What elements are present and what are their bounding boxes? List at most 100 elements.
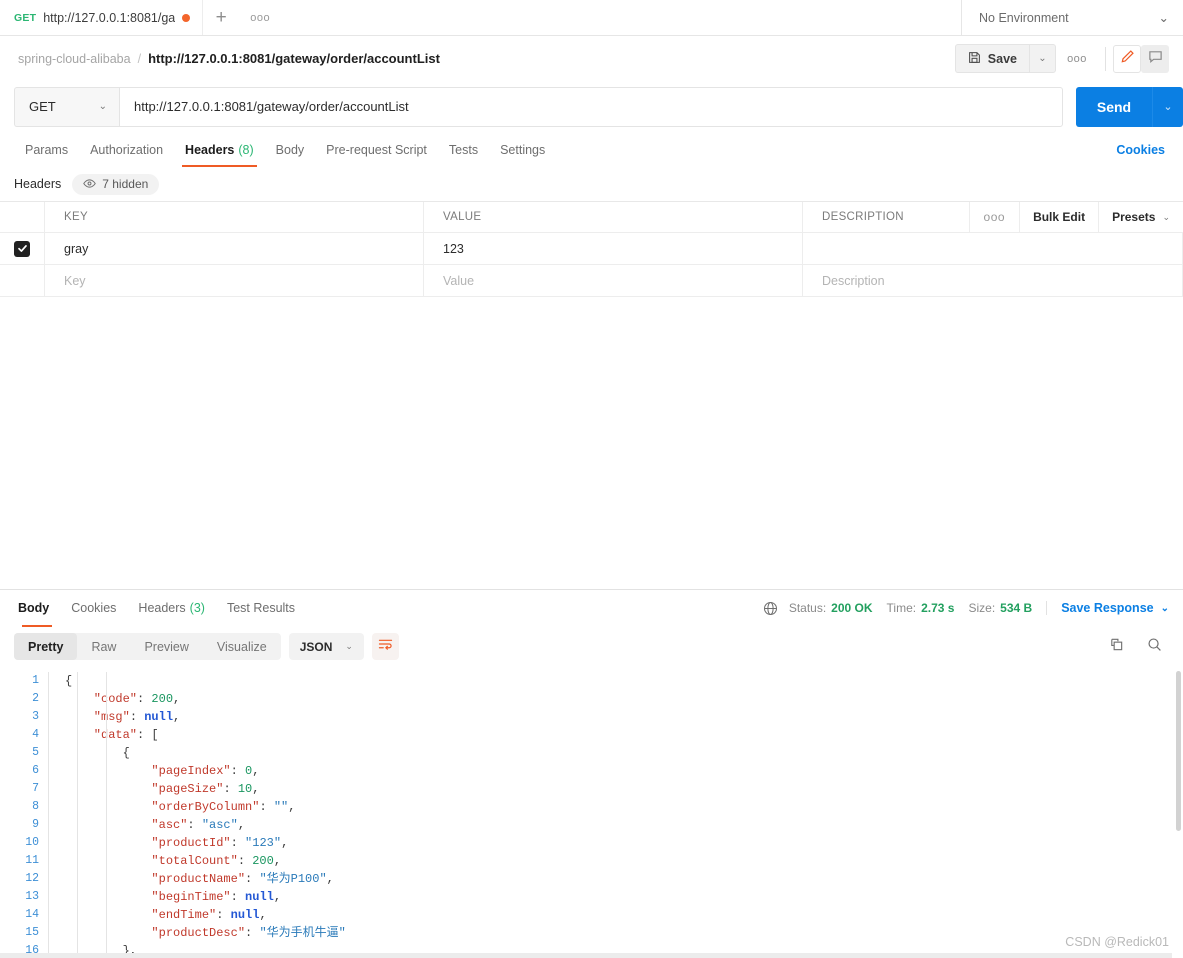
row-checkbox-cell-empty[interactable] [0,265,45,296]
row-checkbox[interactable] [14,240,30,257]
tab-body[interactable]: Body [265,132,316,167]
code-line: "endTime": null, [65,906,1183,924]
view-mode-raw[interactable]: Raw [77,633,130,660]
url-input[interactable]: http://127.0.0.1:8081/gateway/order/acco… [119,86,1063,127]
send-group: Send ⌄ [1076,86,1183,127]
size-value: 534 B [1000,601,1033,615]
code-token: "productId" [65,835,231,850]
code-token: "totalCount" [65,853,238,868]
header-description-input[interactable] [803,233,1183,264]
request-tab[interactable]: GET http://127.0.0.1:8081/ga [0,0,204,35]
tab-pre-request-script[interactable]: Pre-request Script [315,132,438,167]
copy-response-button[interactable] [1101,633,1131,660]
comment-icon [1148,49,1163,69]
view-mode-preview[interactable]: Preview [130,633,202,660]
time-label: Time: [886,601,917,615]
code-token: , [273,853,282,868]
response-tab-test-results[interactable]: Test Results [216,590,306,627]
header-checkbox-cell [0,202,45,232]
breadcrumb-request-name[interactable]: http://127.0.0.1:8081/gateway/order/acco… [148,51,440,66]
new-tab-button[interactable]: + [203,0,239,35]
code-token: null [245,889,274,904]
code-token: 10 [237,781,253,796]
table-tools: ooo Bulk Edit Presets ⌄ [970,202,1183,232]
request-config-tabs: Params Authorization Headers (8) Body Pr… [0,132,1183,167]
environment-selector[interactable]: No Environment ⌄ [961,0,1183,35]
request-tab-bar: GET http://127.0.0.1:8081/ga + ooo No En… [0,0,1183,36]
horizontal-scrollbar[interactable] [0,953,1172,958]
postman-window: GET http://127.0.0.1:8081/ga + ooo No En… [0,0,1183,958]
search-icon [1147,637,1162,657]
tab-settings[interactable]: Settings [489,132,556,167]
table-row[interactable]: gray 123 [0,233,1183,265]
chevron-down-icon: ⌄ [1160,602,1169,614]
code-token: , [237,817,246,832]
header-key-input[interactable]: gray [45,233,424,264]
response-body-viewer[interactable]: 123456789101112131415161718 { "code": 20… [0,666,1183,958]
breadcrumb-collection[interactable]: spring-cloud-alibaba [18,52,131,66]
presets-dropdown[interactable]: Presets ⌄ [1099,202,1183,232]
search-response-button[interactable] [1139,633,1169,660]
tab-label: Headers [138,601,186,615]
cookies-link[interactable]: Cookies [1116,132,1169,167]
chevron-down-icon: ⌄ [1158,11,1169,25]
tab-overflow-menu-icon[interactable]: ooo [239,0,281,35]
code-token: "asc" [201,817,238,832]
response-tab-body[interactable]: Body [14,590,60,627]
save-response-button[interactable]: Save Response ⌄ [1046,601,1169,615]
code-line: "msg": null, [65,708,1183,726]
status-label: Status: [788,601,827,615]
code-token: { [65,673,73,688]
globe-icon [763,601,778,616]
url-input-value: http://127.0.0.1:8081/gateway/order/acco… [134,99,409,114]
hidden-headers-badge[interactable]: 7 hidden [72,173,160,195]
row-checkbox-cell[interactable] [0,233,45,264]
header-key-input-empty[interactable]: Key [45,265,424,296]
header-description-input-empty[interactable]: Description [803,265,1183,296]
save-dropdown-button[interactable]: ⌄ [1029,44,1056,73]
code-token: : [259,799,274,814]
word-wrap-button[interactable] [371,633,399,660]
line-number: 11 [25,853,39,867]
code-token: "productDesc" [65,925,246,940]
view-mode-visualize[interactable]: Visualize [203,633,281,660]
header-value-input[interactable]: 123 [424,233,803,264]
tab-tests[interactable]: Tests [438,132,489,167]
line-number: 8 [32,799,39,813]
table-more-menu-icon[interactable]: ooo [970,202,1021,232]
http-method-value: GET [29,99,56,114]
code-token: , [288,799,296,814]
code-line: "code": 200, [65,690,1183,708]
save-button[interactable]: Save [954,44,1029,73]
send-button[interactable]: Send [1076,86,1152,127]
code-token: , [173,691,181,706]
edit-pencil-button[interactable] [1113,44,1141,73]
header-value-input-empty[interactable]: Value [424,265,803,296]
tabbar-spacer [281,0,961,35]
view-mode-pretty[interactable]: Pretty [14,633,78,660]
comments-button[interactable] [1141,44,1169,73]
tab-label: Body [275,142,305,157]
request-more-menu-icon[interactable]: ooo [1056,53,1098,65]
tab-label: Headers [185,142,235,157]
tab-authorization[interactable]: Authorization [79,132,174,167]
bulk-edit-button[interactable]: Bulk Edit [1020,202,1100,232]
tab-headers[interactable]: Headers (8) [174,132,265,167]
request-blank-area [0,297,1183,589]
http-method-selector[interactable]: GET ⌄ [14,86,119,127]
response-status-bar: Status: 200 OK Time: 2.73 s Size: 534 B … [763,590,1169,627]
code-token: : [245,871,260,886]
tab-params[interactable]: Params [14,132,79,167]
headers-section-title: Headers [14,177,62,191]
response-tab-cookies[interactable]: Cookies [60,590,127,627]
code-token: "msg" [65,709,130,724]
response-format-label: JSON [299,639,333,654]
vertical-scrollbar[interactable] [1176,670,1181,831]
table-header-row: KEY VALUE DESCRIPTION ooo Bulk Edit Pres… [0,202,1183,233]
send-dropdown-button[interactable]: ⌄ [1152,86,1183,127]
table-row-empty[interactable]: Key Value Description [0,265,1183,297]
response-tab-headers[interactable]: Headers (3) [127,590,216,627]
headers-table: KEY VALUE DESCRIPTION ooo Bulk Edit Pres… [0,201,1183,297]
code-token: , [259,907,267,922]
response-format-dropdown[interactable]: JSON ⌄ [288,633,364,660]
